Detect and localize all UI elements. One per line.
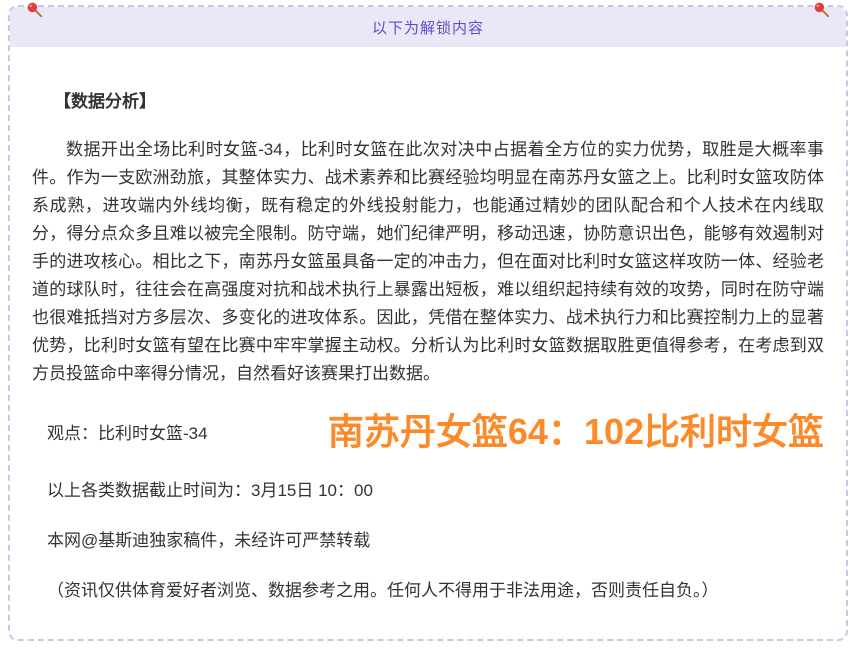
analysis-paragraph: 数据开出全场比利时女篮-34，比利时女篮在此次对决中占据着全方位的实力优势，取胜… bbox=[32, 136, 824, 388]
section-title: 【数据分析】 bbox=[32, 87, 824, 112]
pushpin-icon bbox=[813, 1, 830, 18]
data-cutoff-note: 以上各类数据截止时间为：3月15日 10：00 bbox=[32, 479, 824, 502]
article-content: 【数据分析】 数据开出全场比利时女篮-34，比利时女篮在此次对决中占据着全方位的… bbox=[10, 47, 846, 602]
disclaimer-note: （资讯仅供体育爱好者浏览、数据参考之用。任何人不得用于非法用途，否则责任自负。） bbox=[32, 579, 824, 602]
unlock-banner: 以下为解锁内容 bbox=[10, 7, 846, 47]
pushpin-icon bbox=[26, 1, 43, 18]
score-highlight: 南苏丹女篮64：102比利时女篮 bbox=[328, 412, 824, 452]
viewpoint-row: 观点：比利时女篮-34 南苏丹女篮64：102比利时女篮 bbox=[32, 412, 824, 452]
copyright-note: 本网@基斯迪独家稿件，未经许可严禁转载 bbox=[32, 529, 824, 552]
unlock-banner-title: 以下为解锁内容 bbox=[372, 17, 484, 38]
unlock-content-panel: 以下为解锁内容 【数据分析】 数据开出全场比利时女篮-34，比利时女篮在此次对决… bbox=[8, 5, 848, 641]
viewpoint-text: 观点：比利时女篮-34 bbox=[47, 419, 208, 444]
